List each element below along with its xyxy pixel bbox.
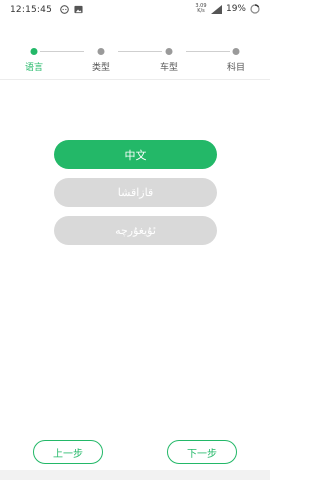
- image-icon: [74, 5, 83, 14]
- notification-icons: [60, 5, 83, 14]
- language-chinese-button[interactable]: 中文: [54, 140, 217, 169]
- next-step-button[interactable]: 下一步: [167, 440, 237, 464]
- language-uyghur-button[interactable]: ئۇيغۇرچە: [54, 216, 217, 245]
- status-bar: 12:15:45 3.09 K/s 19%: [0, 0, 270, 22]
- step-label-type: 类型: [91, 63, 111, 73]
- step-label-language: 语言: [24, 63, 44, 73]
- step-dot-subject: [232, 48, 240, 55]
- step-connector: [40, 51, 84, 52]
- battery-icon: [250, 4, 260, 14]
- progress-stepper: 语言 类型 车型 科目: [0, 42, 270, 73]
- previous-step-button[interactable]: 上一步: [33, 440, 103, 464]
- bottom-bar: [0, 470, 270, 480]
- header-divider: [0, 79, 270, 80]
- step-dot-language: [30, 48, 38, 55]
- battery-percent: 19%: [225, 4, 246, 14]
- status-right: 3.09 K/s 19%: [195, 4, 260, 14]
- signal-icon: [210, 4, 222, 14]
- network-speed: 3.09 K/s: [195, 3, 207, 14]
- status-time: 12:15:45: [10, 5, 53, 15]
- chat-icon: [60, 5, 69, 14]
- step-label-subject: 科目: [226, 63, 246, 73]
- step-connector: [118, 51, 162, 52]
- step-dot-vehicle: [165, 48, 173, 55]
- step-connector: [186, 51, 230, 52]
- language-kazakh-button[interactable]: قازاقشا: [54, 178, 217, 207]
- step-label-vehicle: 车型: [159, 63, 179, 73]
- step-dot-type: [97, 48, 105, 55]
